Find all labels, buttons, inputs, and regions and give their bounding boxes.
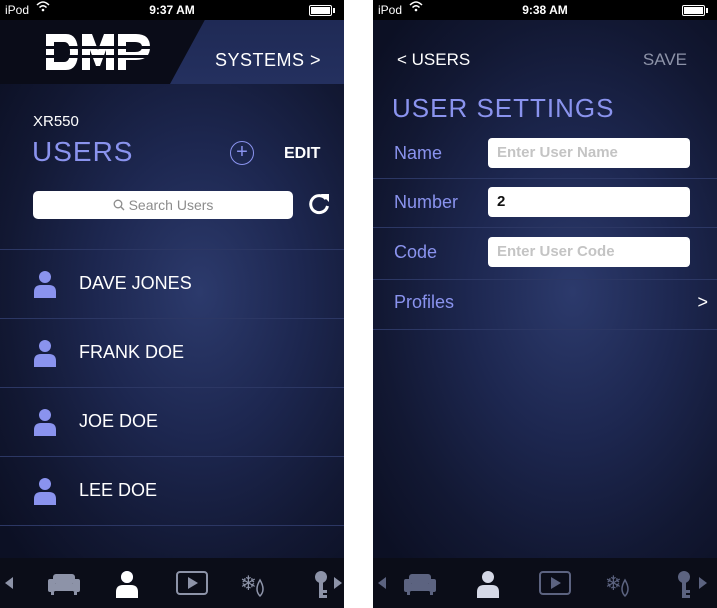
sofa-icon[interactable] [47,570,81,596]
dmp-logo [40,34,156,70]
clock: 9:37 AM [149,3,195,17]
divider [373,178,717,179]
svg-text:❄: ❄ [605,571,622,595]
user-name: FRANK DOE [79,342,185,362]
key-icon[interactable] [312,570,330,600]
divider [373,329,717,330]
tab-scroll-left-icon[interactable] [378,577,386,589]
video-icon[interactable] [539,570,571,596]
edit-button[interactable]: EDIT [284,145,320,163]
add-user-button[interactable]: + [230,141,254,165]
refresh-icon[interactable] [307,191,331,217]
thermostat-icon[interactable]: ❄ [240,570,270,598]
name-field[interactable]: Enter User Name [488,138,690,168]
divider [0,525,344,526]
name-label: Name [394,143,443,163]
clock: 9:38 AM [522,3,568,17]
tab-bar: ❄ [373,558,717,608]
search-icon [113,199,125,211]
user-icon[interactable] [474,570,502,598]
user-icon [34,478,56,505]
tab-bar: ❄ [0,558,344,608]
save-button[interactable]: SAVE [643,50,687,70]
user-icon [34,409,56,436]
profiles-row[interactable]: Profiles > [373,280,717,328]
tab-scroll-left-icon[interactable] [5,577,13,589]
user-icon [34,271,56,298]
chevron-right-icon: > [697,292,708,312]
thermostat-icon[interactable]: ❄ [605,570,635,598]
profiles-label: Profiles [394,292,455,312]
code-field[interactable]: Enter User Code [488,237,690,267]
user-name: LEE DOE [79,480,158,500]
battery-icon [309,5,335,16]
list-item[interactable]: LEE DOE [0,457,344,525]
number-label: Number [394,192,459,212]
search-input[interactable]: Search Users [33,191,293,219]
sofa-icon[interactable] [403,570,437,596]
status-bar: iPod 9:38 AM [373,0,717,20]
code-label: Code [394,242,438,262]
list-item[interactable]: FRANK DOE [0,319,344,387]
divider [373,227,717,228]
user-name: JOE DOE [79,411,159,431]
video-icon[interactable] [176,570,208,596]
key-icon[interactable] [675,570,693,600]
user-name: DAVE JONES [79,273,192,293]
svg-text:❄: ❄ [240,571,257,595]
users-screen: iPod 9:37 AM SYSTEMS > XR550 USERS + EDI… [0,0,344,608]
back-button[interactable]: < USERS [397,50,470,70]
user-icon[interactable] [113,570,141,598]
tab-scroll-right-icon[interactable] [334,577,342,589]
list-item[interactable]: DAVE JONES [0,250,344,318]
page-title: USER SETTINGS [392,93,615,123]
status-bar: iPod 9:37 AM [0,0,344,20]
panel-name: XR550 [33,113,79,130]
page-title: USERS [32,136,134,167]
user-icon [34,340,56,367]
tab-scroll-right-icon[interactable] [699,577,707,589]
battery-icon [682,5,708,16]
systems-link[interactable]: SYSTEMS > [215,50,321,71]
user-settings-screen: iPod 9:38 AM < USERS SAVE USER SETTINGS … [373,0,717,608]
list-item[interactable]: JOE DOE [0,388,344,456]
number-field[interactable]: 2 [488,187,690,217]
search-placeholder: Search Users [128,197,214,213]
